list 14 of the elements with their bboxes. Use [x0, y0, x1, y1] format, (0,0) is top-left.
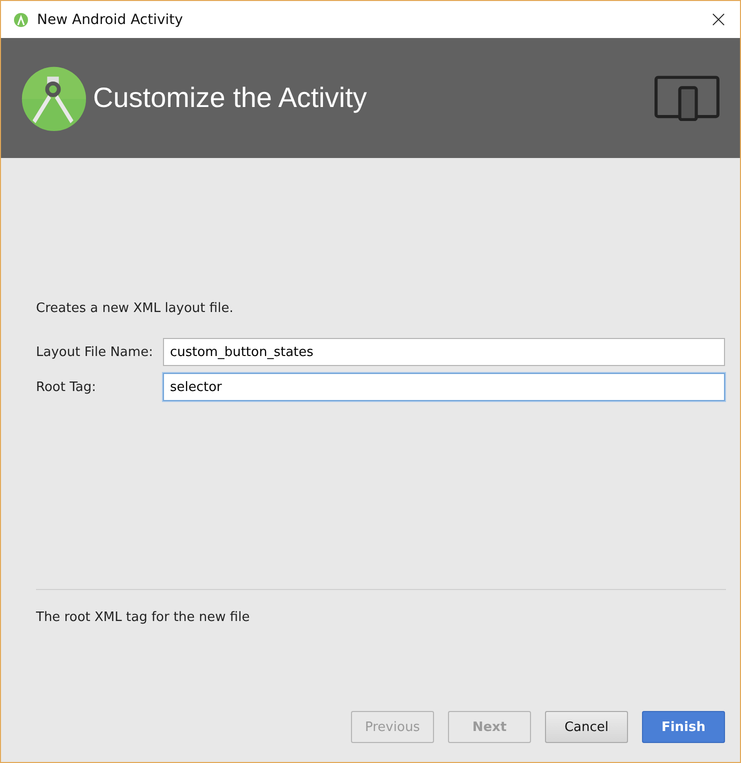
- input-field[interactable]: custom_button_states: [162, 338, 725, 366]
- header-title: Customize the Activity: [93, 82, 368, 114]
- finish-button[interactable]: Finish: [642, 711, 725, 743]
- app-icon: [13, 12, 29, 28]
- compass-logo-icon: [19, 64, 87, 132]
- field-label: Layout File Name:: [36, 344, 153, 360]
- field-label: Root Tag:: [36, 380, 97, 394]
- input-field[interactable]: selector: [162, 373, 725, 401]
- hint-text: The root XML tag for the new file: [36, 610, 251, 625]
- description-text: Creates a new XML layout file.: [36, 301, 234, 316]
- tablet-phone-icon: [654, 75, 720, 121]
- close-icon[interactable]: [712, 13, 725, 26]
- window-title: New Android Activity: [37, 12, 184, 28]
- dialog-button[interactable]: Cancel: [545, 711, 628, 743]
